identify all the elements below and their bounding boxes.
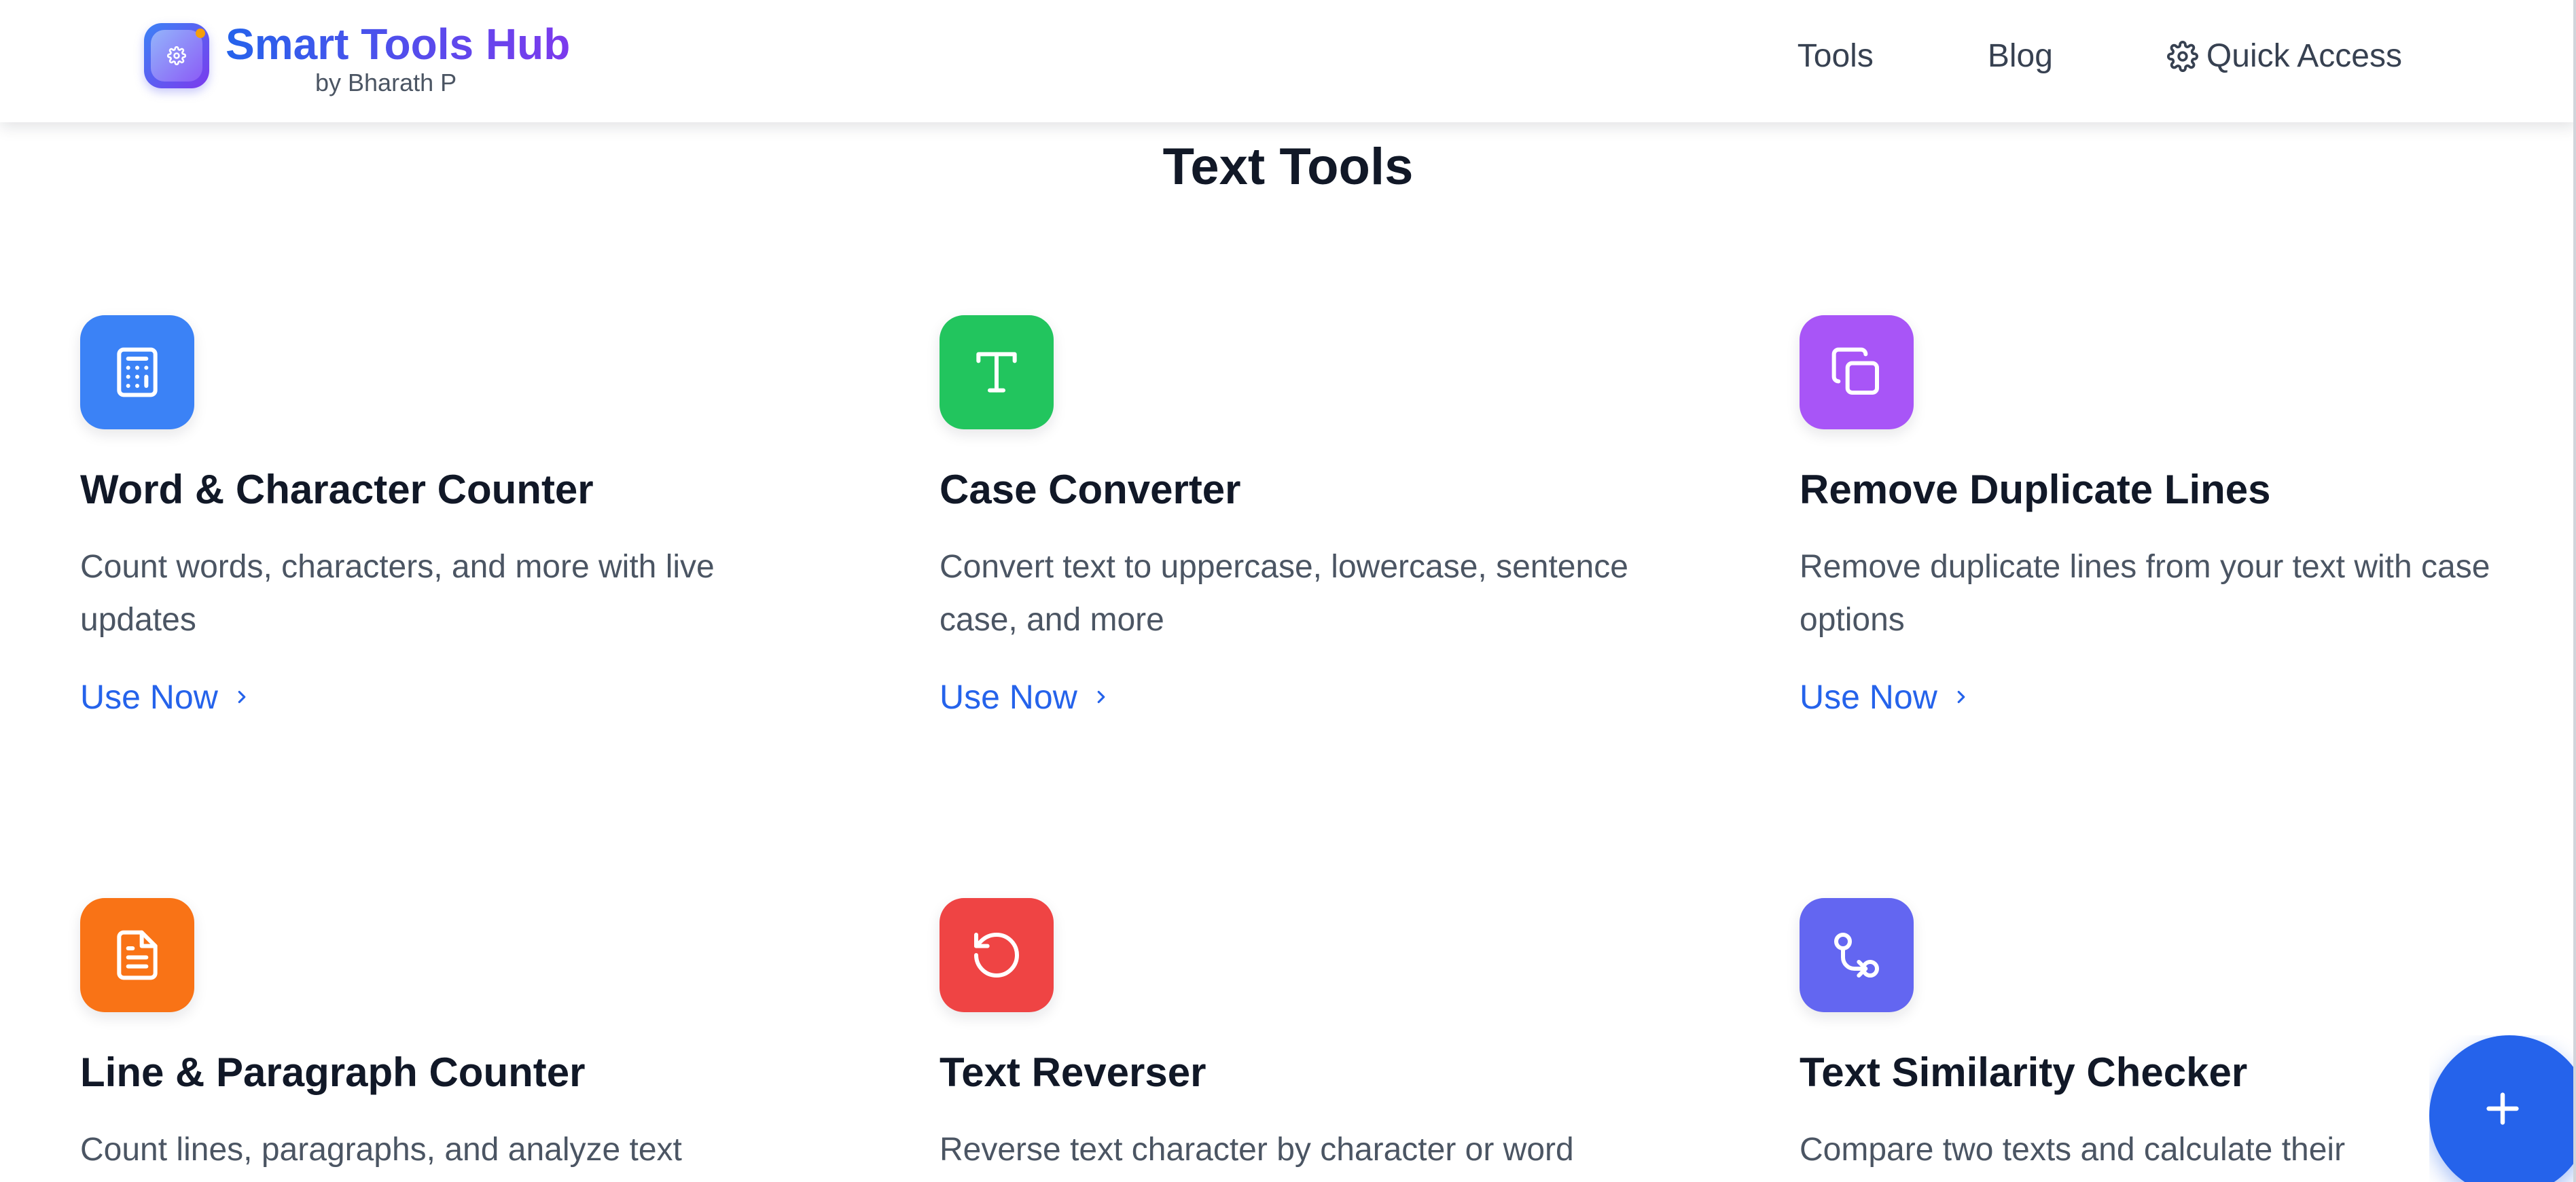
tool-card-case-converter: Case Converter Convert text to uppercase… [940,315,1700,719]
tool-description: Count lines, paragraphs, and analyze tex… [80,1132,682,1168]
tool-description: Compare two texts and calculate their [1800,1132,2346,1168]
rotate-ccw-icon [974,933,1019,978]
tool-icon-badge [80,898,194,1012]
tool-description: Convert text to uppercase, lowercase, se… [940,549,1628,638]
add-fab-button[interactable] [2429,1035,2576,1182]
gear-logo-icon [167,46,186,65]
tool-icon-badge [80,315,194,429]
tool-title: Remove Duplicate Lines [1800,467,2271,512]
page-scrollbar[interactable] [2573,0,2576,1182]
tool-title: Line & Paragraph Counter [80,1050,586,1095]
gear-icon [2166,41,2198,72]
nav-tools[interactable]: Tools [1797,34,1874,79]
plus-icon [2486,1092,2519,1125]
copy-icon [1831,347,1879,395]
tool-card-line-counter: Line & Paragraph Counter Count lines, pa… [80,898,841,1177]
nav-blog-label: Blog [1987,38,2053,74]
tool-card-remove-duplicates: Remove Duplicate Lines Remove duplicate … [1800,315,2560,719]
tool-description: Count words, characters, and more with l… [80,549,715,638]
tool-card-word-counter: Word & Character Counter Count words, ch… [80,315,841,719]
nav-quick-access-label: Quick Access [2206,38,2402,74]
type-icon [976,352,1017,393]
brand-title: Smart Tools Hub [226,20,571,69]
use-now-label: Use Now [940,678,1077,716]
file-text-icon [117,930,158,980]
site-header: Smart Tools Hub by Bharath P Tools Blog … [0,0,2576,122]
tool-card-text-reverser: Text Reverser Reverse text character by … [940,898,1700,1177]
use-now-label: Use Now [1800,678,1937,716]
main-nav: Tools Blog Quick Access [1797,34,2402,79]
tool-icon-badge [940,315,1054,429]
use-now-link[interactable]: Use Now [940,675,1700,719]
nav-tools-label: Tools [1797,38,1874,74]
logo [144,23,209,88]
tool-icon-badge [1800,898,1914,1012]
use-now-link[interactable]: Use Now [80,675,841,719]
use-now-link[interactable]: Use Now [1800,675,2560,719]
nav-blog[interactable]: Blog [1988,34,2053,79]
tool-title: Case Converter [940,467,1241,512]
tool-title: Word & Character Counter [80,467,594,512]
tool-description: Reverse text character by character or w… [940,1132,1574,1168]
brand-subtitle: by Bharath P [315,69,457,96]
brand[interactable]: Smart Tools Hub by Bharath P [144,20,570,96]
fab-container [2429,1035,2576,1182]
calculator-icon [117,347,158,397]
tool-icon-badge [1800,315,1914,429]
nav-quick-access[interactable]: Quick Access [2166,34,2402,79]
logo-status-dot [196,29,205,38]
tool-description: Remove duplicate lines from your text wi… [1800,549,2490,638]
chevron-right-icon [238,690,246,704]
section-title: Text Tools [1162,138,1414,196]
chevron-right-icon [1957,690,1965,704]
chevron-right-icon [1097,690,1105,704]
tool-title: Text Reverser [940,1050,1206,1095]
use-now-label: Use Now [80,678,218,716]
git-compare-icon [1834,933,1879,978]
tool-icon-badge [940,898,1054,1012]
